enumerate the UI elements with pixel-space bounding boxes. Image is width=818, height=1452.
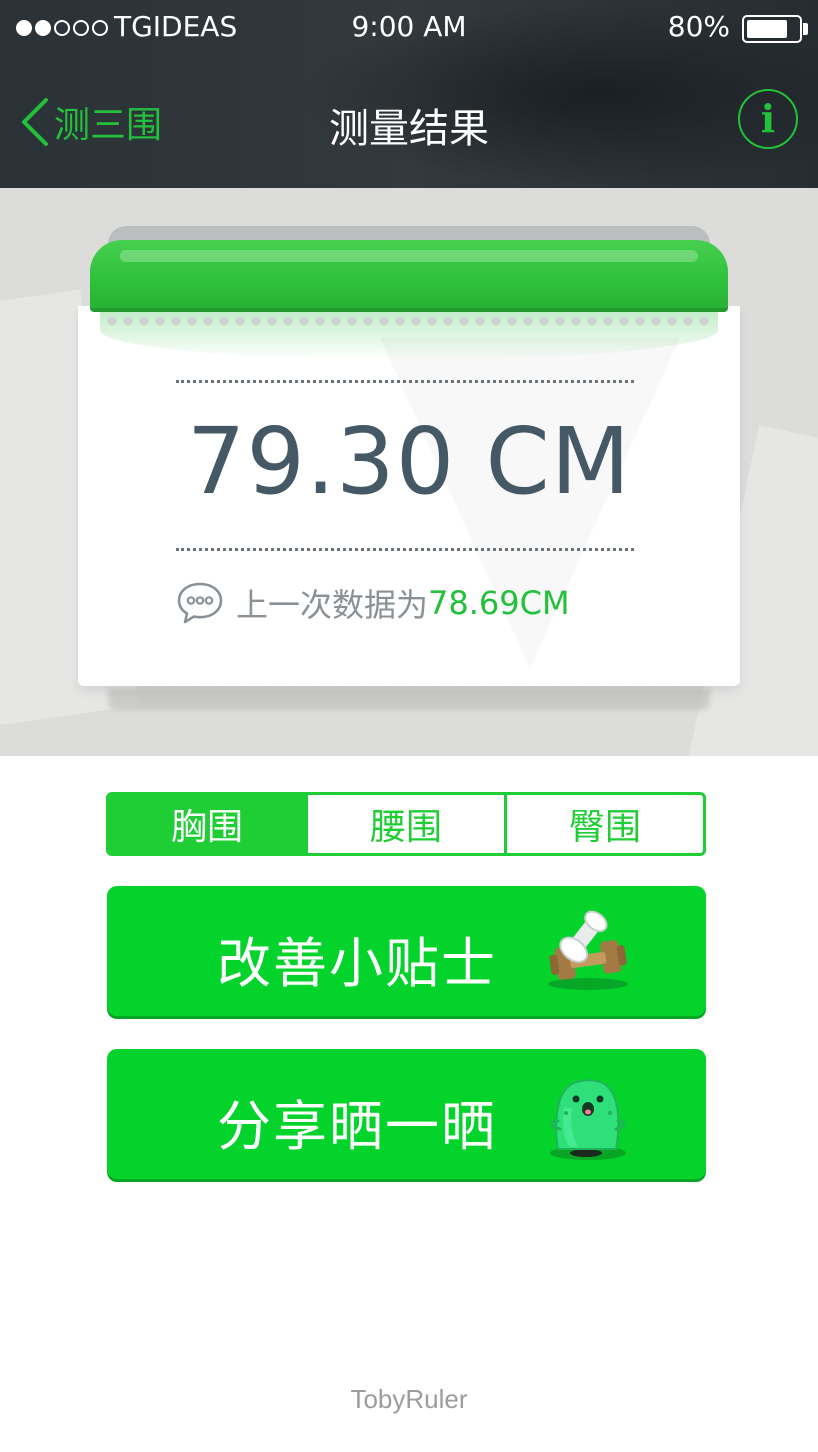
dotted-divider xyxy=(176,548,634,551)
tab-hip[interactable]: 臀围 xyxy=(504,795,703,853)
measurement-value: 79.30 CM xyxy=(186,408,632,515)
share-label: 分享晒一晒 xyxy=(217,1095,497,1158)
tab-chest[interactable]: 胸围 xyxy=(109,795,305,853)
improvement-tips-button[interactable]: 改善小贴士 xyxy=(107,886,706,1016)
speech-bubble-icon xyxy=(177,582,223,624)
green-mascot-icon xyxy=(550,1079,626,1160)
battery-level xyxy=(747,20,787,38)
previous-record-label: 上一次数据为 xyxy=(236,586,429,624)
result-display-area: 79.30 CM 上一次数据为 78.69CM xyxy=(0,188,818,756)
battery-percentage: 80% xyxy=(667,10,730,43)
printer-lid xyxy=(90,240,728,308)
page-title: 测量结果 xyxy=(329,106,489,152)
dumbbell-icon xyxy=(548,910,628,990)
measurement-type-tabs: 胸围 腰围 臀围 xyxy=(106,792,706,856)
top-header: TGIDEAS 9:00 AM 80% 测三围 测量结果 i xyxy=(0,0,818,188)
battery-nub xyxy=(803,23,808,35)
printer-lid-highlight xyxy=(120,250,698,262)
navigation-bar: 测三围 测量结果 i xyxy=(0,56,818,188)
footer-brand: TobyRuler xyxy=(350,1384,468,1414)
previous-record: 上一次数据为 78.69CM xyxy=(176,580,570,626)
share-button[interactable]: 分享晒一晒 xyxy=(107,1049,706,1179)
printer-perforation xyxy=(106,315,712,327)
battery-icon xyxy=(742,15,802,43)
improvement-tips-label: 改善小贴士 xyxy=(217,932,497,995)
receipt-torn-edge xyxy=(78,680,740,692)
printer-slot-glow xyxy=(100,300,718,360)
dotted-divider xyxy=(176,380,634,383)
info-button[interactable]: i xyxy=(738,89,798,149)
previous-record-value: 78.69CM xyxy=(428,584,570,622)
status-bar: TGIDEAS 9:00 AM 80% xyxy=(0,0,818,56)
tab-waist[interactable]: 腰围 xyxy=(305,795,504,853)
